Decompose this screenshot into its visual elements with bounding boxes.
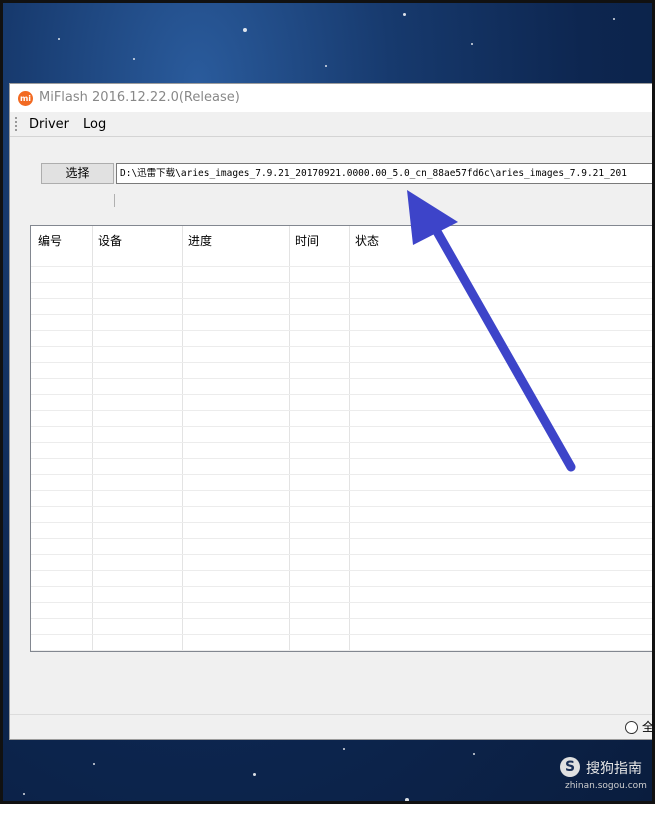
- sogou-logo-icon: S: [560, 757, 580, 777]
- watermark-text: 搜狗指南: [586, 761, 642, 777]
- watermark-url: zhinan.sogou.com: [565, 781, 647, 791]
- annotation-arrow-icon: [407, 190, 576, 472]
- screenshot-frame: mi MiFlash 2016.12.22.0(Release) Driver …: [0, 0, 655, 804]
